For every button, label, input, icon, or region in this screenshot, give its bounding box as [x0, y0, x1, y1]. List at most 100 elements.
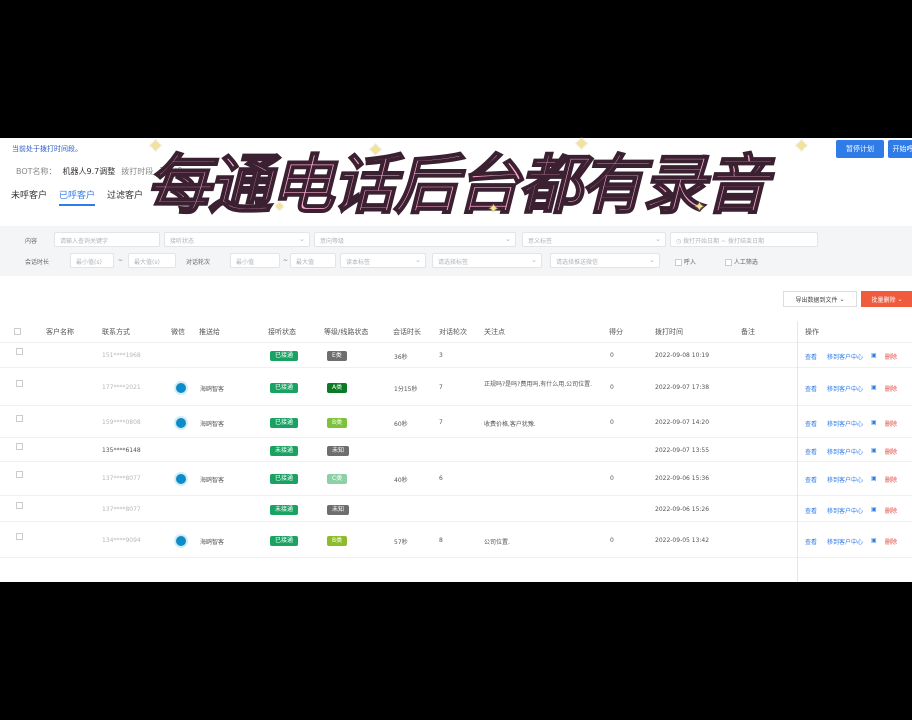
- move-to-customer-center-link[interactable]: 移到客户中心: [827, 352, 863, 361]
- col-contact: 联系方式: [102, 328, 130, 336]
- manual-checkbox[interactable]: 人工筛选: [725, 257, 758, 266]
- table-row: 151****1968 已接通 E类 36秒 3 0 2022-09-08 10:19 查看 移…: [0, 344, 912, 368]
- score: 0: [610, 475, 614, 482]
- dialogue-rounds: 3: [439, 352, 443, 359]
- col-wechat: 微信: [171, 328, 185, 336]
- checkbox-icon: [16, 502, 23, 509]
- keyword-input[interactable]: 请输入查询关键字: [54, 232, 160, 247]
- call-duration: 1分15秒: [394, 386, 418, 393]
- move-to-customer-center-link[interactable]: 移到客户中心: [827, 447, 863, 456]
- dialogue-rounds: 6: [439, 475, 443, 482]
- call-duration: 40秒: [394, 477, 408, 484]
- move-to-customer-center-link[interactable]: 移到客户中心: [827, 537, 863, 546]
- call-duration: 57秒: [394, 539, 408, 546]
- table-row: 137****8077 海鸥智客 已接通 C类 40秒 6 0 2022-09-06 15:3…: [0, 462, 912, 496]
- wechat-avatar: [174, 534, 188, 548]
- dialogue-rounds: 8: [439, 537, 443, 544]
- calendar-icon: ▣: [871, 537, 877, 544]
- date-range-picker[interactable]: ◷ 拨打开始日期 ~ 拨打结束日期: [670, 232, 818, 247]
- chevron-down-icon: ⌄: [505, 235, 511, 243]
- push-wechat-select[interactable]: 请选择推送微信 ⌄: [550, 253, 660, 268]
- row-checkbox[interactable]: [16, 443, 23, 450]
- table-row: 135****6148 未接通 未知 2022-09-07 13:55 查看 移到客户中心…: [0, 440, 912, 462]
- col-focus: 关注点: [484, 328, 505, 336]
- call-time: 2022-09-07 17:38: [655, 384, 710, 391]
- tab-uncalled[interactable]: 未呼客户: [11, 188, 47, 206]
- table-row: 137****8077 未接通 未知 2022-09-06 15:26 查看 移到客户中心…: [0, 498, 912, 522]
- delete-link[interactable]: 删除: [885, 447, 897, 456]
- move-to-customer-center-link[interactable]: 移到客户中心: [827, 419, 863, 428]
- tag-select[interactable]: 请选择标签 ⌄: [432, 253, 542, 268]
- checkbox-icon: [16, 443, 23, 450]
- level-badge: B类: [327, 536, 348, 546]
- tab-filtered[interactable]: 过滤客户: [107, 188, 143, 206]
- batch-delete-button[interactable]: 批量删除 ⌄: [861, 291, 912, 307]
- export-button[interactable]: 导出数据到文件 ⌄: [783, 291, 857, 307]
- push-target: 海鸥智客: [200, 477, 225, 484]
- rounds-max-input[interactable]: 最大值: [290, 253, 336, 268]
- delete-link[interactable]: 删除: [885, 475, 897, 484]
- row-checkbox[interactable]: [16, 380, 23, 387]
- custom-tag-value: 意义标签: [528, 238, 553, 245]
- checkbox-icon: [16, 348, 23, 355]
- select-all-checkbox[interactable]: [14, 327, 21, 335]
- custom-tag-select[interactable]: 意义标签 ⌄: [522, 232, 666, 247]
- range-separator: ~: [283, 257, 289, 264]
- checkbox-icon: [16, 533, 23, 540]
- calendar-icon: ▣: [871, 419, 877, 426]
- col-call-time: 拨打时间: [655, 328, 683, 336]
- rounds-label: 对话轮次: [186, 259, 211, 266]
- view-link[interactable]: 查看: [805, 352, 817, 361]
- delete-link[interactable]: 删除: [885, 352, 897, 361]
- bot-name: 机器人9.7调整: [62, 167, 116, 176]
- view-link[interactable]: 查看: [805, 447, 817, 456]
- rounds-min-input[interactable]: 最小值: [230, 253, 280, 268]
- row-checkbox[interactable]: [16, 415, 23, 422]
- level-badge: B类: [327, 418, 348, 428]
- move-to-customer-center-link[interactable]: 移到客户中心: [827, 506, 863, 515]
- move-to-customer-center-link[interactable]: 移到客户中心: [827, 475, 863, 484]
- dialogue-rounds: 7: [439, 384, 443, 391]
- wechat-avatar: [174, 416, 188, 430]
- wechat-avatar: [174, 472, 188, 486]
- duration-min-input[interactable]: 最小值(s): [70, 253, 114, 268]
- view-link[interactable]: 查看: [805, 384, 817, 393]
- read-tag-select[interactable]: 读本标签 ⌄: [340, 253, 426, 268]
- col-actions: 操作: [805, 328, 819, 336]
- inbound-checkbox[interactable]: 呼入: [675, 257, 696, 266]
- table-row: 134****9094 海鸥智客 已接通 B类 57秒 8 公司位置. 0 2022-09-05…: [0, 524, 912, 558]
- move-to-customer-center-link[interactable]: 移到客户中心: [827, 384, 863, 393]
- chevron-down-icon: ⌄: [531, 256, 537, 264]
- delete-link[interactable]: 删除: [885, 537, 897, 546]
- date-separator: ~: [721, 238, 727, 245]
- row-checkbox[interactable]: [16, 533, 23, 540]
- table-row: 177****2021 海鸥智客 已接通 A类 1分15秒 7 正规吗?是吗?费用吗,有什么…: [0, 370, 912, 406]
- delete-link[interactable]: 删除: [885, 419, 897, 428]
- row-checkbox[interactable]: [16, 348, 23, 355]
- checkbox-icon: [16, 415, 23, 422]
- answer-status-badge: 已接通: [270, 418, 299, 428]
- call-time: 2022-09-05 13:42: [655, 537, 710, 544]
- row-checkbox[interactable]: [16, 471, 23, 478]
- tab-called[interactable]: 已呼客户: [59, 188, 96, 206]
- delete-link[interactable]: 删除: [885, 506, 897, 515]
- sparkle-icon: ✦: [574, 134, 590, 155]
- view-link[interactable]: 查看: [805, 537, 817, 546]
- view-link[interactable]: 查看: [805, 506, 817, 515]
- view-link[interactable]: 查看: [805, 475, 817, 484]
- answer-status-badge: 已接通: [270, 474, 299, 484]
- export-label: 导出数据到文件: [795, 296, 838, 304]
- col-duration: 会话时长: [393, 328, 421, 336]
- sparkle-icon: ✦: [694, 200, 705, 215]
- batch-delete-label: 批量删除: [871, 296, 896, 304]
- view-link[interactable]: 查看: [805, 419, 817, 428]
- answer-status-select[interactable]: 接听状态 ⌄: [164, 232, 310, 247]
- start-call-button[interactable]: 开始呼: [888, 140, 912, 158]
- level-badge: 未知: [327, 505, 350, 515]
- delete-link[interactable]: 删除: [885, 384, 897, 393]
- intent-level-select[interactable]: 意向等级 ⌄: [314, 232, 516, 247]
- duration-max-input[interactable]: 最大值(s): [128, 253, 176, 268]
- answer-status-badge: 已接通: [270, 383, 299, 393]
- row-checkbox[interactable]: [16, 502, 23, 509]
- score: 0: [610, 537, 614, 544]
